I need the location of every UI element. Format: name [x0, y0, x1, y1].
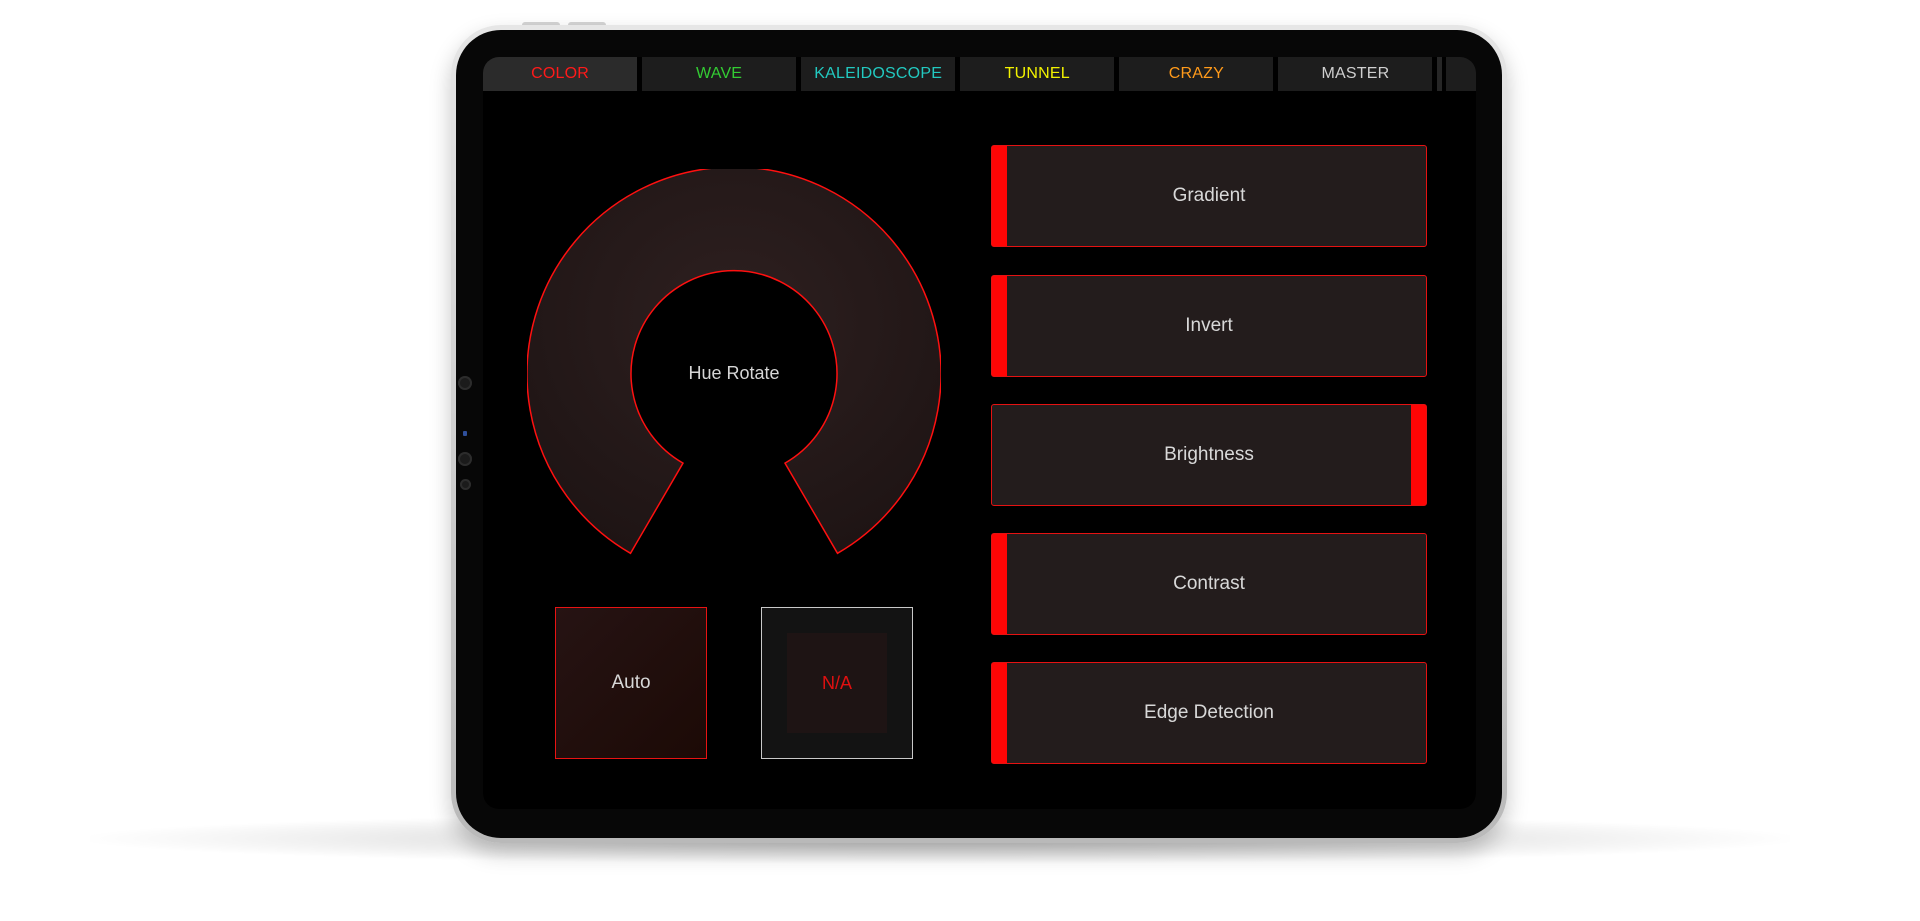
tab-label: TUNNEL: [1004, 65, 1070, 82]
app-screen: COLOR WAVE KALEIDOSCOPE TUNNEL CRAZY MAS…: [483, 57, 1476, 809]
contrast-toggle[interactable]: Contrast: [991, 533, 1427, 635]
auto-label: Auto: [611, 672, 651, 693]
tab-label: WAVE: [696, 65, 743, 82]
knob-label: Hue Rotate: [688, 363, 780, 383]
tab-master[interactable]: MASTER: [1278, 57, 1433, 91]
edge-detection-toggle[interactable]: Edge Detection: [991, 662, 1427, 764]
tab-bar: COLOR WAVE KALEIDOSCOPE TUNNEL CRAZY MAS…: [483, 57, 1476, 91]
tab-label: MASTER: [1321, 65, 1390, 82]
na-pad[interactable]: N/A: [761, 607, 913, 759]
tab-label: CRAZY: [1168, 65, 1224, 82]
toggle-label: Gradient: [1172, 185, 1246, 206]
auto-pad[interactable]: Auto: [555, 607, 707, 759]
toggle-label: Brightness: [1164, 444, 1254, 465]
na-label: N/A: [821, 672, 852, 693]
tab-color[interactable]: COLOR: [483, 57, 638, 91]
na-pad-inner: N/A: [787, 633, 887, 733]
tab-label: KALEIDOSCOPE: [814, 65, 943, 82]
tab-overflow[interactable]: [1446, 57, 1476, 91]
knob-ring: [527, 169, 941, 555]
invert-toggle[interactable]: Invert: [991, 275, 1427, 377]
tab-label: COLOR: [531, 65, 589, 82]
toggle-label: Invert: [1185, 315, 1233, 336]
tab-tunnel[interactable]: TUNNEL: [960, 57, 1115, 91]
tab-divider: [1437, 57, 1443, 91]
hue-rotate-knob[interactable]: Hue Rotate: [527, 169, 941, 559]
camera-icon: [458, 376, 472, 390]
toggle-label: Edge Detection: [1144, 702, 1274, 723]
gradient-toggle[interactable]: Gradient: [991, 145, 1427, 247]
sensor-icon: [463, 431, 467, 436]
tab-crazy[interactable]: CRAZY: [1119, 57, 1274, 91]
toggle-label: Contrast: [1173, 573, 1245, 594]
tab-kaleidoscope[interactable]: KALEIDOSCOPE: [801, 57, 956, 91]
tab-wave[interactable]: WAVE: [642, 57, 797, 91]
camera-icon: [460, 479, 471, 490]
stage: COLOR WAVE KALEIDOSCOPE TUNNEL CRAZY MAS…: [0, 0, 1920, 921]
brightness-toggle[interactable]: Brightness: [991, 404, 1427, 506]
camera-icon: [458, 452, 472, 466]
